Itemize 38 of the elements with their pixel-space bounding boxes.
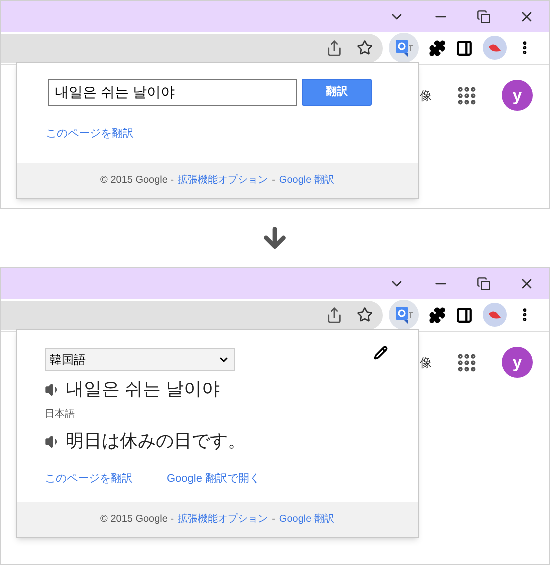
apps-grid-icon[interactable] — [456, 84, 478, 106]
translated-text: 明日は休みの日です。 — [66, 430, 246, 453]
account-avatar[interactable]: y — [502, 347, 533, 378]
separator-text: - — [272, 512, 276, 526]
separator-text: - — [272, 174, 276, 188]
extensions-icon[interactable] — [429, 40, 446, 56]
extensions-icon[interactable] — [429, 306, 446, 324]
side-panel-icon[interactable] — [456, 40, 473, 56]
text-input-field[interactable]: 내일은 쉬는 날이야 — [48, 79, 297, 106]
copyright-text: © 2015 Google - — [100, 174, 174, 188]
side-panel-icon[interactable] — [456, 306, 473, 324]
extension-options-link[interactable]: 拡張機能オプション — [178, 512, 268, 526]
translate-page-link[interactable]: このページを翻訳 — [46, 128, 134, 140]
restore-icon[interactable] — [477, 10, 491, 24]
google-translate-link[interactable]: Google 翻訳 — [279, 512, 334, 526]
copyright-text: © 2015 Google - — [100, 512, 174, 526]
extension-options-link[interactable]: 拡張機能オプション — [178, 173, 268, 188]
restore-icon[interactable] — [477, 276, 491, 290]
images-link[interactable]: 像 — [420, 354, 432, 372]
share-icon[interactable] — [326, 306, 343, 324]
translate-extension-icon[interactable] — [389, 33, 419, 63]
translate-page-link[interactable]: このページを翻訳 — [45, 471, 133, 488]
profile-icon[interactable] — [483, 36, 507, 60]
profile-icon[interactable] — [483, 303, 507, 327]
translate-button[interactable]: 翻訳 — [302, 79, 372, 106]
source-language-select[interactable]: 韓国語 — [45, 348, 235, 371]
share-icon[interactable] — [326, 40, 343, 56]
images-link[interactable]: 像 — [420, 86, 432, 104]
bookmark-star-icon[interactable] — [357, 307, 373, 323]
translate-extension-icon[interactable] — [389, 300, 419, 330]
apps-grid-icon[interactable] — [456, 352, 478, 374]
edit-icon[interactable] — [374, 346, 388, 360]
open-in-google-translate-link[interactable]: Google 翻訳で開く — [167, 471, 261, 488]
google-translate-link[interactable]: Google 翻訳 — [279, 173, 334, 188]
account-avatar[interactable]: y — [502, 80, 533, 111]
target-language-label: 日本語 — [45, 408, 76, 422]
bookmark-star-icon[interactable] — [357, 40, 373, 56]
source-text: 내일은 쉬는 날이야 — [66, 378, 220, 401]
